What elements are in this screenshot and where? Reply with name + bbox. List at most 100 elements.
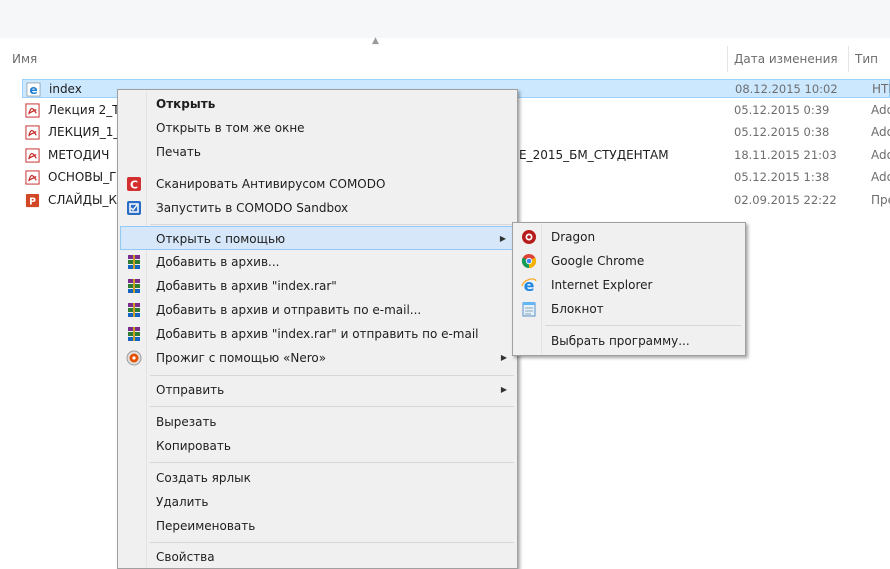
menu-separator	[150, 462, 514, 463]
menu-item-label: Добавить в архив "index.rar" и отправить…	[156, 327, 479, 341]
menu-item-burn-nero[interactable]: Прожиг с помощью «Nero» ▶	[120, 346, 515, 370]
menu-separator	[150, 406, 514, 407]
menu-separator	[150, 224, 514, 225]
menu-item-properties[interactable]: Свойства	[120, 545, 515, 569]
submenu-item-internet-explorer[interactable]: e Internet Explorer	[515, 273, 743, 297]
submenu-arrow-icon: ▶	[499, 234, 506, 243]
menu-item-label: Удалить	[156, 495, 209, 509]
menu-item-label: Вырезать	[156, 415, 217, 429]
submenu-item-notepad[interactable]: Блокнот	[515, 297, 743, 321]
svg-text:C: C	[130, 179, 138, 192]
menu-item-label: Добавить в архив "index.rar"	[156, 279, 337, 293]
menu-item-add-archive[interactable]: Добавить в архив...	[120, 250, 515, 274]
column-divider[interactable]	[848, 46, 849, 72]
pptx-icon: P	[25, 193, 40, 207]
menu-item-label: Создать ярлык	[156, 471, 251, 485]
file-type: Пре	[871, 193, 890, 207]
menu-item-label: Копировать	[156, 439, 231, 453]
file-name-tail: Е_2015_БМ_СТУДЕНТАМ	[519, 148, 669, 162]
column-divider[interactable]	[727, 46, 728, 72]
submenu-item-choose-program[interactable]: Выбрать программу...	[515, 329, 743, 353]
menu-item-label: Переименовать	[156, 519, 256, 533]
menu-item-label: Dragon	[551, 230, 596, 244]
menu-item-rename[interactable]: Переименовать	[120, 514, 515, 538]
file-date: 08.12.2015 10:02	[735, 82, 838, 96]
winrar-icon	[128, 303, 140, 317]
notepad-icon	[522, 302, 536, 317]
ie-html-icon: e	[26, 82, 41, 97]
submenu-arrow-icon: ▶	[500, 385, 507, 394]
column-header-date-label: Дата изменения	[734, 52, 838, 66]
pdf-icon	[25, 125, 40, 140]
file-type: Adobe	[871, 170, 890, 184]
menu-item-delete[interactable]: Удалить	[120, 490, 515, 514]
comodo-antivirus-icon: C	[127, 177, 141, 192]
submenu-item-chrome[interactable]: Google Chrome	[515, 249, 743, 273]
menu-item-copy[interactable]: Копировать	[120, 434, 515, 458]
file-type: Adobe	[871, 103, 890, 117]
menu-item-label: Свойства	[156, 550, 215, 564]
file-name: Лекция 2_Т	[48, 103, 120, 117]
file-type: Adobe	[871, 148, 890, 162]
menu-item-add-index-rar[interactable]: Добавить в архив "index.rar"	[120, 274, 515, 298]
menu-item-create-shortcut[interactable]: Создать ярлык	[120, 466, 515, 490]
menu-separator	[150, 542, 514, 543]
file-name: СЛАЙДЫ_К	[48, 193, 118, 207]
pdf-icon	[25, 170, 40, 185]
menu-item-label: Открыть в том же окне	[156, 121, 305, 135]
menu-item-send-to[interactable]: Отправить ▶	[120, 378, 515, 402]
file-name: ЛЕКЦИЯ_1_	[48, 125, 120, 139]
open-with-submenu: Dragon Google Chrome e Internet Explorer…	[512, 222, 746, 356]
menu-item-label: Открыть с помощью	[156, 232, 286, 246]
menu-separator	[150, 375, 514, 376]
file-type: HTML	[872, 82, 890, 96]
column-header-name[interactable]: Имя	[12, 44, 712, 74]
menu-item-open-with[interactable]: Открыть с помощью ▶	[120, 226, 515, 250]
context-menu: Открыть Открыть в том же окне Печать C С…	[117, 89, 518, 569]
comodo-sandbox-icon	[127, 201, 141, 215]
chrome-icon	[521, 254, 537, 269]
winrar-icon	[128, 255, 140, 269]
menu-item-print[interactable]: Печать	[120, 140, 515, 164]
svg-text:P: P	[29, 196, 36, 207]
menu-item-label: Печать	[156, 145, 201, 159]
nero-icon	[126, 350, 142, 366]
menu-item-label: Google Chrome	[551, 254, 645, 268]
file-date: 05.12.2015 1:38	[734, 170, 830, 184]
file-name: index	[49, 82, 82, 96]
menu-item-label: Прожиг с помощью «Nero»	[156, 351, 327, 365]
pdf-icon	[25, 148, 40, 163]
menu-item-label: Сканировать Антивирусом COMODO	[156, 177, 386, 191]
menu-item-open[interactable]: Открыть	[120, 92, 515, 116]
winrar-icon	[128, 327, 140, 341]
menu-separator	[545, 325, 741, 326]
menu-item-label: Запустить в COMODO Sandbox	[156, 201, 349, 215]
menu-item-label: Выбрать программу...	[551, 334, 690, 348]
menu-item-cut[interactable]: Вырезать	[120, 410, 515, 434]
column-header-name-label: Имя	[12, 52, 38, 66]
menu-item-label: Отправить	[156, 383, 225, 397]
column-header-date[interactable]: Дата изменения	[734, 44, 844, 74]
menu-item-label: Открыть	[156, 97, 216, 111]
menu-item-comodo-sandbox[interactable]: Запустить в COMODO Sandbox	[120, 196, 515, 220]
svg-text:e: e	[29, 83, 37, 97]
menu-item-open-same-window[interactable]: Открыть в том же окне	[120, 116, 515, 140]
internet-explorer-icon: e	[521, 277, 537, 293]
pdf-icon	[25, 103, 40, 118]
submenu-item-dragon[interactable]: Dragon	[515, 225, 743, 249]
menu-item-scan-comodo[interactable]: C Сканировать Антивирусом COMODO	[120, 172, 515, 196]
explorer-toolbar-strip	[0, 0, 890, 38]
menu-item-label: Добавить в архив и отправить по e-mail..…	[156, 303, 422, 317]
menu-item-add-archive-email[interactable]: Добавить в архив и отправить по e-mail..…	[120, 298, 515, 322]
file-type: Adobe	[871, 125, 890, 139]
menu-item-label: Добавить в архив...	[156, 255, 280, 269]
column-header-type[interactable]: Тип	[855, 44, 890, 74]
file-date: 02.09.2015 22:22	[734, 193, 837, 207]
submenu-arrow-icon: ▶	[500, 353, 507, 362]
menu-item-add-index-rar-email[interactable]: Добавить в архив "index.rar" и отправить…	[120, 322, 515, 346]
menu-item-label: Блокнот	[551, 302, 604, 316]
winrar-icon	[128, 279, 140, 293]
column-header-type-label: Тип	[855, 52, 878, 66]
file-date: 05.12.2015 0:38	[734, 125, 830, 139]
dragon-browser-icon	[522, 230, 536, 244]
